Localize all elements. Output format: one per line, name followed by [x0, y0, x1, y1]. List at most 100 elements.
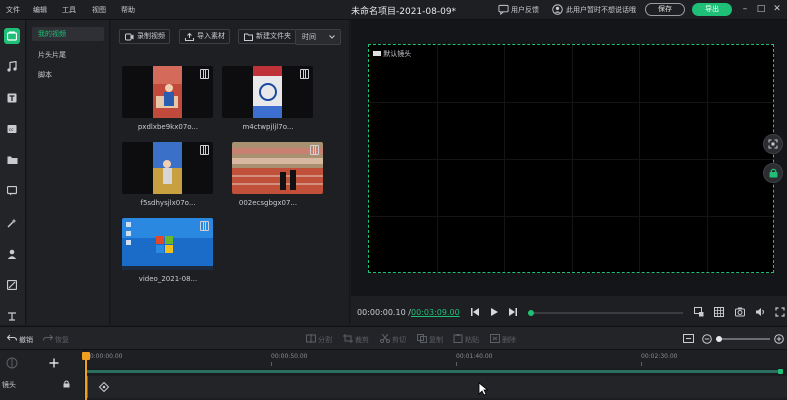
preview-canvas[interactable]: 默认镜头 — [368, 44, 774, 273]
skip-back-icon[interactable] — [470, 307, 480, 317]
fit-timeline-icon[interactable] — [683, 334, 694, 343]
timeline-toolbar: 撤销 恢复 分割 裁剪 剪切 复制 粘贴 删除 — [0, 326, 787, 350]
video-type-icon — [300, 69, 309, 79]
media-thumbnail[interactable] — [122, 66, 213, 118]
media-caption: 002ecsgbgx07... — [238, 199, 298, 207]
keyframe-icon[interactable] — [99, 382, 109, 392]
close-icon[interactable]: ✕ — [771, 3, 783, 15]
project-title: 未命名项目-2021-08-09* — [351, 7, 457, 17]
filter-icon[interactable] — [4, 277, 20, 293]
video-type-icon — [200, 145, 209, 155]
undo-button[interactable]: 撤销 — [7, 334, 33, 345]
menu-edit[interactable]: 编辑 — [33, 5, 47, 15]
zoom-in-icon[interactable] — [774, 334, 784, 344]
split-button[interactable]: 分割 — [306, 334, 332, 345]
delete-button[interactable]: 删除 — [490, 334, 516, 345]
fullscreen-icon[interactable] — [775, 307, 785, 317]
folder-icon[interactable] — [4, 152, 20, 168]
media-thumbnail[interactable] — [122, 218, 213, 270]
play-icon[interactable] — [489, 307, 499, 317]
tool-rail: cc — [0, 20, 26, 325]
track-settings-icon[interactable] — [6, 356, 18, 370]
add-track-icon[interactable] — [49, 358, 59, 368]
video-type-icon — [310, 145, 319, 155]
timeline-ruler[interactable]: 00:00:00.00 00:00:50.00 00:01:40.00 00:0… — [85, 350, 787, 368]
import-media-button[interactable]: 导入素材 — [179, 29, 230, 44]
playback-progress-slider[interactable] — [528, 310, 683, 316]
save-button[interactable]: 保存 — [645, 3, 685, 16]
fit-screen-button[interactable] — [763, 134, 783, 154]
media-caption: video_2021-08... — [138, 275, 198, 283]
timeline-track-area[interactable] — [85, 368, 787, 400]
playhead[interactable] — [82, 352, 90, 400]
skip-forward-icon[interactable] — [508, 307, 518, 317]
crop-button[interactable]: 裁剪 — [343, 334, 369, 345]
redo-label: 恢复 — [55, 336, 69, 344]
paste-button[interactable]: 粘贴 — [453, 334, 479, 345]
paste-label: 粘贴 — [465, 336, 479, 344]
playhead-handle[interactable] — [82, 352, 90, 360]
media-caption: pxdlxbe9kx07o... — [137, 123, 199, 131]
transition-icon[interactable] — [4, 308, 20, 324]
camera-label-text: 默认镜头 — [383, 50, 412, 58]
fit-screen-icon — [768, 139, 778, 149]
sort-select[interactable]: 时间 — [295, 29, 341, 45]
volume-icon[interactable] — [755, 307, 765, 317]
redo-button[interactable]: 恢复 — [43, 334, 69, 345]
redo-icon — [43, 334, 53, 341]
progress-handle[interactable] — [528, 310, 535, 316]
maximize-icon[interactable]: □ — [755, 3, 767, 15]
record-video-label: 录制视频 — [137, 32, 165, 40]
menu-help[interactable]: 帮助 — [121, 5, 135, 15]
crop-label: 裁剪 — [355, 336, 369, 344]
zoom-handle[interactable] — [716, 336, 722, 342]
total-duration[interactable]: 00:03:09.00 — [411, 308, 460, 317]
video-editor-app: 文件 编辑 工具 视图 帮助 未命名项目-2021-08-09* 用户反馈 此用… — [0, 0, 787, 400]
track-header-panel: 镜头 — [0, 350, 85, 400]
category-intro-outro[interactable]: 片头片尾 — [32, 48, 104, 62]
minimize-icon[interactable]: – — [739, 3, 751, 15]
playback-bar: 00:00:00.10 / 00:03:09.00 — [351, 295, 787, 325]
effects-icon[interactable] — [4, 215, 20, 231]
undo-label: 撤销 — [19, 336, 33, 344]
export-button[interactable]: 导出 — [692, 3, 732, 16]
track-lock-icon[interactable] — [63, 380, 70, 388]
category-my-videos[interactable]: 我的视频 — [32, 27, 104, 41]
copy-button[interactable]: 复制 — [417, 334, 443, 345]
delete-icon — [490, 334, 500, 343]
sort-select-value: 时间 — [302, 33, 316, 41]
screen-ratio-icon[interactable] — [694, 307, 704, 317]
record-video-button[interactable]: 录制视频 — [119, 29, 170, 44]
subtitle-icon[interactable]: cc — [4, 121, 20, 137]
new-folder-label: 新建文件夹 — [256, 32, 291, 40]
camera-track[interactable] — [85, 376, 787, 398]
lock-button[interactable] — [763, 163, 783, 183]
media-thumbnail[interactable] — [222, 66, 313, 118]
category-script[interactable]: 脚本 — [32, 68, 104, 82]
ruler-tick — [271, 362, 272, 366]
menu-view[interactable]: 视图 — [92, 5, 106, 15]
cut-button[interactable]: 剪切 — [380, 334, 406, 345]
text-icon[interactable] — [4, 90, 20, 106]
media-thumbnail[interactable] — [232, 142, 323, 194]
grid-icon[interactable] — [714, 307, 724, 317]
grid-line — [369, 216, 773, 217]
menu-tools[interactable]: 工具 — [62, 5, 76, 15]
media-icon[interactable] — [4, 28, 20, 44]
timeline-zoom-slider[interactable] — [716, 336, 770, 342]
music-icon[interactable] — [4, 58, 20, 74]
track-end-marker[interactable] — [778, 369, 783, 374]
comment-icon[interactable] — [4, 183, 20, 199]
snapshot-icon[interactable] — [735, 307, 745, 317]
title-bar: 文件 编辑 工具 视图 帮助 未命名项目-2021-08-09* 用户反馈 此用… — [0, 0, 787, 20]
feedback-link[interactable]: 用户反馈 — [511, 5, 539, 15]
zoom-out-icon[interactable] — [702, 334, 712, 344]
feedback-icon[interactable] — [498, 4, 509, 15]
user-avatar-icon[interactable] — [552, 4, 563, 15]
delete-label: 删除 — [502, 336, 516, 344]
menu-file[interactable]: 文件 — [6, 5, 20, 15]
person-icon[interactable] — [4, 246, 20, 262]
new-folder-button[interactable]: 新建文件夹 — [238, 29, 296, 44]
user-status-text: 此用户暂时不想说话哦 — [566, 6, 636, 14]
media-thumbnail[interactable] — [122, 142, 213, 194]
